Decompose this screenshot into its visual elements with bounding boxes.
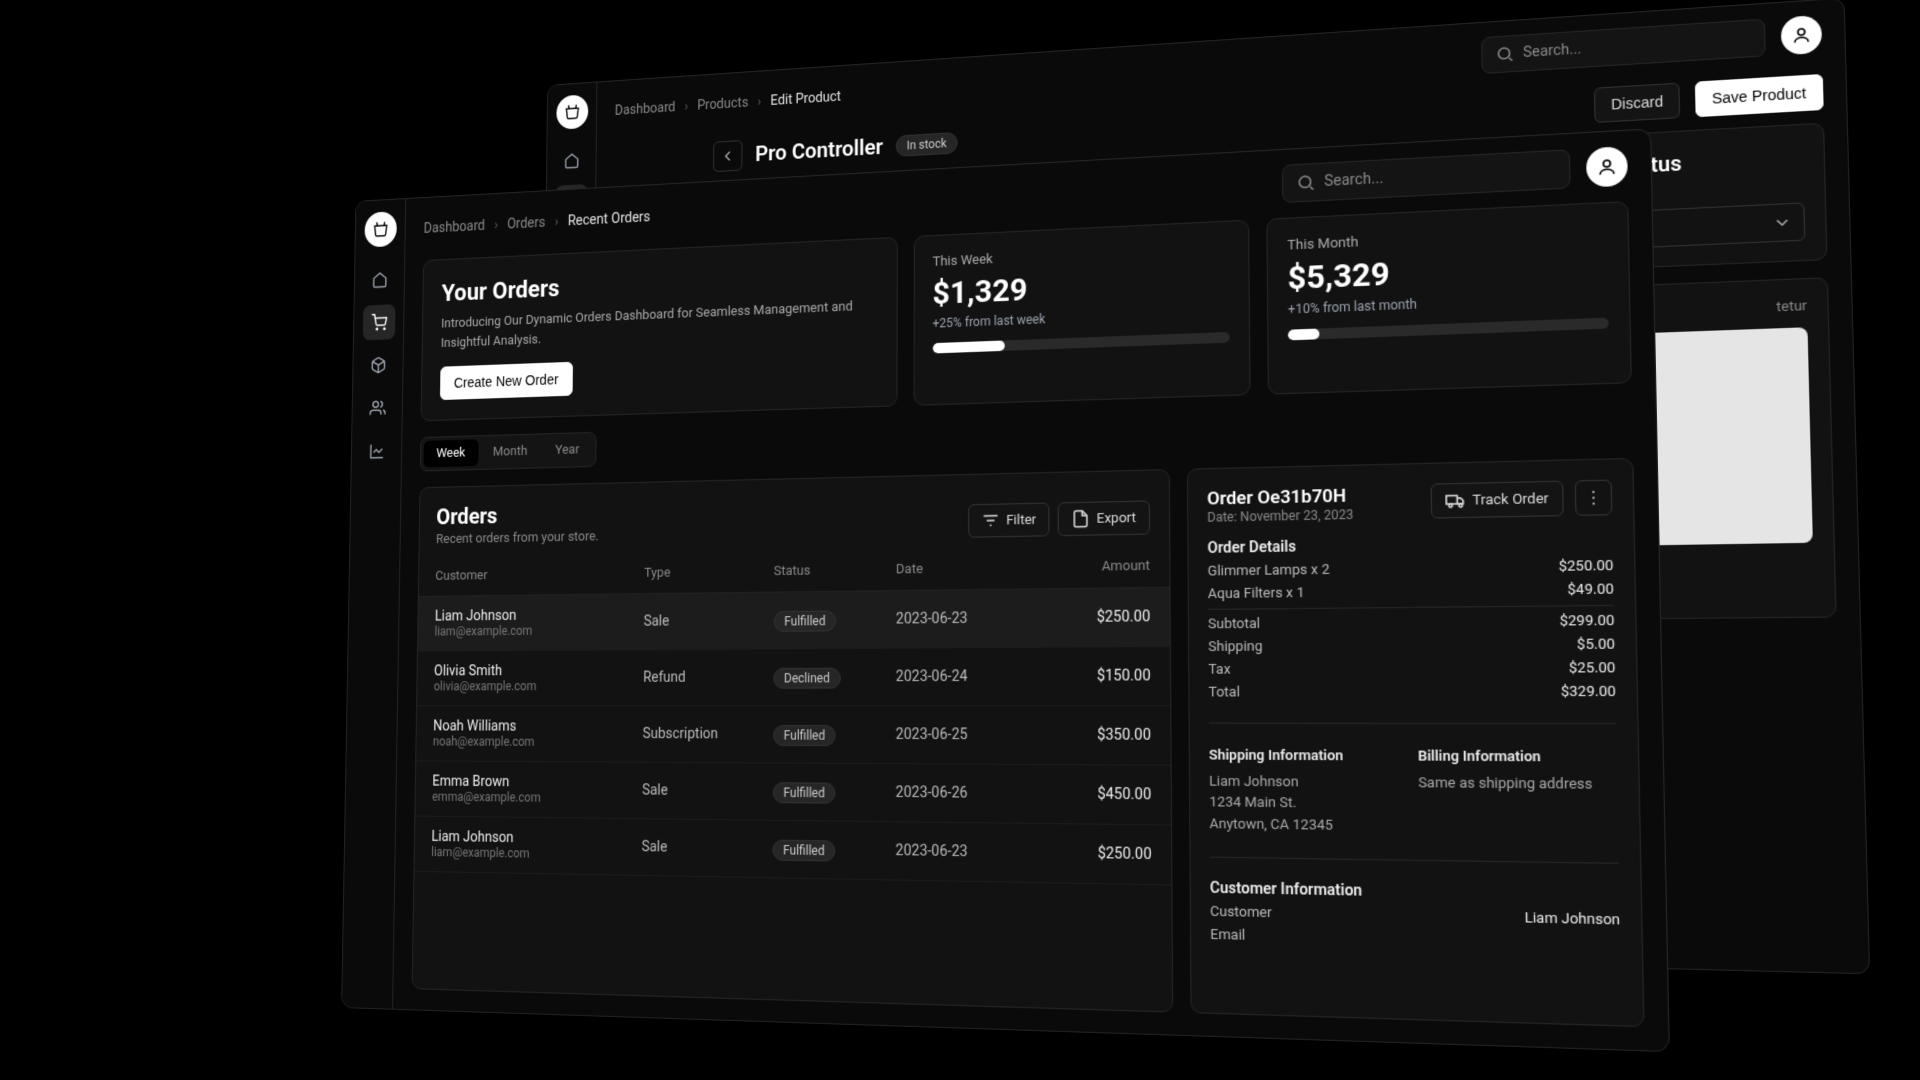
user-icon	[1596, 156, 1617, 177]
breadcrumb-item[interactable]: Dashboard	[424, 218, 486, 237]
stat-value: $1,329	[932, 263, 1229, 312]
order-total-line: Shipping$5.00	[1208, 636, 1615, 655]
search-icon	[1296, 173, 1316, 193]
status-badge: Fulfilled	[773, 724, 836, 745]
filter-icon	[982, 511, 1000, 530]
nav-cart-icon[interactable]	[362, 304, 395, 340]
breadcrumb: Dashboard › Orders › Recent Orders	[424, 209, 651, 237]
tab-month[interactable]: Month	[480, 437, 541, 465]
filter-button[interactable]: Filter	[968, 503, 1049, 538]
orders-window: Dashboard › Orders › Recent Orders Searc…	[341, 128, 1670, 1052]
breadcrumb-item[interactable]: Dashboard	[615, 100, 676, 119]
order-details-title: Order Details	[1207, 533, 1613, 557]
chevron-right-icon: ›	[494, 217, 498, 233]
nav-package-icon[interactable]	[362, 347, 395, 383]
stat-week-card: This Week $1,329 +25% from last week	[913, 220, 1251, 406]
progress-bar	[1288, 318, 1609, 341]
shipping-info-title: Shipping Information	[1209, 745, 1400, 767]
customer-info-title: Customer Information	[1210, 880, 1620, 905]
tab-week[interactable]: Week	[424, 439, 479, 467]
orders-sub: Recent orders from your store.	[436, 529, 599, 547]
nav-home-icon[interactable]	[363, 261, 396, 297]
order-total-line: Total$329.00	[1208, 684, 1615, 701]
create-order-button[interactable]: Create New Order	[440, 362, 573, 400]
page-title: Pro Controller	[755, 135, 883, 166]
file-icon	[1071, 509, 1090, 528]
progress-bar	[932, 332, 1230, 354]
search-input[interactable]: Search...	[1282, 149, 1571, 203]
user-icon	[1791, 25, 1812, 45]
order-id: Order Oe31b70H	[1207, 485, 1353, 510]
order-total-line: Tax$25.00	[1208, 660, 1615, 678]
export-button[interactable]: Export	[1058, 500, 1150, 536]
search-icon	[1495, 44, 1515, 64]
breadcrumb-item[interactable]: Orders	[507, 215, 545, 233]
chevron-left-icon	[720, 147, 737, 165]
app-logo	[364, 211, 397, 247]
status-badge: Fulfilled	[773, 782, 836, 803]
more-vertical-icon	[1583, 488, 1604, 508]
nav-users-icon[interactable]	[361, 390, 394, 426]
table-row[interactable]: Emma Brownemma@example.comSaleFulfilled2…	[415, 761, 1170, 825]
status-badge: Fulfilled	[772, 839, 835, 861]
stat-month-card: This Month $5,329 +10% from last month	[1267, 201, 1632, 395]
save-product-button[interactable]: Save Product	[1695, 74, 1824, 117]
discard-button[interactable]: Discard	[1594, 83, 1680, 123]
hero-card: Your Orders Introducing Our Dynamic Orde…	[421, 237, 898, 421]
order-line-item: Aqua Filters x 1$49.00	[1208, 581, 1614, 602]
billing-same: Same as shipping address	[1418, 772, 1618, 795]
avatar[interactable]	[1586, 146, 1628, 188]
ship-name: Liam Johnson	[1209, 771, 1400, 794]
tab-year[interactable]: Year	[542, 436, 593, 464]
search-input[interactable]: Search...	[1481, 19, 1766, 74]
chevron-right-icon: ›	[555, 214, 559, 230]
orders-table-panel: Orders Recent orders from your store. Fi…	[412, 469, 1173, 1013]
breadcrumb-current: Edit Product	[770, 89, 841, 109]
table-row[interactable]: Noah Williamsnoah@example.comSubscriptio…	[416, 706, 1170, 766]
search-placeholder: Search...	[1324, 170, 1383, 190]
chevron-right-icon: ›	[757, 94, 761, 109]
order-line-item: Glimmer Lamps x 2$250.00	[1208, 558, 1614, 580]
ship-city: Anytown, CA 12345	[1209, 813, 1401, 837]
stock-badge: In stock	[896, 132, 957, 157]
chevron-down-icon	[1772, 213, 1793, 233]
truck-icon	[1445, 490, 1466, 510]
chevron-right-icon: ›	[684, 99, 688, 114]
track-order-button[interactable]: Track Order	[1431, 481, 1564, 519]
time-range-tabs: Week Month Year	[420, 432, 597, 472]
orders-title: Orders	[436, 502, 599, 530]
status-badge: Fulfilled	[773, 610, 836, 631]
nav-home-icon[interactable]	[555, 143, 587, 179]
back-button[interactable]	[713, 140, 742, 172]
avatar[interactable]	[1781, 15, 1823, 56]
search-placeholder: Search...	[1523, 41, 1582, 61]
billing-info-title: Billing Information	[1418, 746, 1617, 769]
order-date: Date: November 23, 2023	[1207, 507, 1353, 525]
table-row[interactable]: Olivia Smitholivia@example.comRefundDecl…	[417, 647, 1170, 706]
order-total-line: Subtotal$299.00	[1208, 613, 1615, 633]
order-detail-panel: Order Oe31b70H Date: November 23, 2023 T…	[1187, 458, 1645, 1027]
breadcrumb-item[interactable]: Products	[697, 95, 748, 113]
breadcrumb: Dashboard › Products › Edit Product	[615, 89, 841, 119]
table-row[interactable]: Liam Johnsonliam@example.comSaleFulfille…	[418, 588, 1170, 652]
app-logo	[556, 94, 588, 130]
hero-desc: Introducing Our Dynamic Orders Dashboard…	[441, 296, 877, 353]
status-badge: Declined	[773, 667, 841, 688]
table-row[interactable]: Liam Johnsonliam@example.comSaleFulfille…	[414, 817, 1171, 886]
ship-street: 1234 Main St.	[1209, 792, 1400, 815]
nav-analytics-icon[interactable]	[360, 433, 393, 469]
more-button[interactable]	[1575, 480, 1613, 516]
breadcrumb-current: Recent Orders	[568, 209, 651, 229]
